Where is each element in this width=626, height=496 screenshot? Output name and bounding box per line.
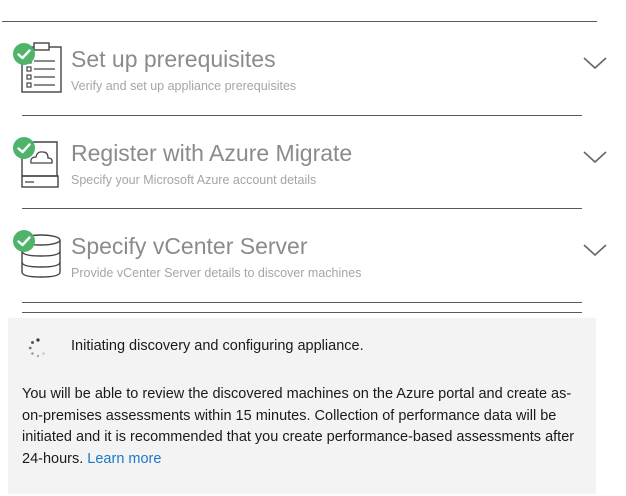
step-subtitle: Provide vCenter Server details to discov…: [71, 266, 362, 280]
divider: [2, 21, 597, 22]
divider: [22, 208, 582, 209]
step-title: Set up prerequisites: [71, 46, 276, 72]
step-register-azure-migrate[interactable]: Register with Azure Migrate Specify your…: [0, 130, 626, 210]
divider: [22, 302, 582, 303]
checkmark-icon: [13, 43, 35, 65]
step-title: Specify vCenter Server: [71, 233, 308, 259]
loading-spinner-icon: [27, 337, 49, 359]
discovery-info-text: You will be able to review the discovere…: [22, 384, 590, 470]
chevron-down-icon[interactable]: [582, 54, 608, 72]
learn-more-link[interactable]: Learn more: [87, 451, 161, 467]
checkmark-icon: [13, 137, 35, 159]
chevron-down-icon[interactable]: [582, 148, 608, 166]
divider: [22, 312, 582, 313]
step-prerequisites[interactable]: Set up prerequisites Verify and set up a…: [0, 36, 626, 116]
chevron-down-icon[interactable]: [582, 241, 608, 259]
divider: [22, 115, 582, 116]
discovery-status-text: Initiating discovery and configuring app…: [71, 338, 364, 354]
database-icon: [12, 227, 62, 283]
appliance-setup-page: Set up prerequisites Verify and set up a…: [0, 0, 626, 496]
checkmark-icon: [13, 230, 35, 252]
step-title: Register with Azure Migrate: [71, 140, 353, 166]
discovery-status-panel: Initiating discovery and configuring app…: [8, 318, 596, 494]
clipboard-checklist-icon: [12, 40, 62, 96]
step-subtitle: Verify and set up appliance prerequisite…: [71, 79, 297, 93]
step-specify-vcenter[interactable]: Specify vCenter Server Provide vCenter S…: [0, 223, 626, 303]
cloud-drive-icon: [12, 134, 62, 190]
step-subtitle: Specify your Microsoft Azure account det…: [71, 173, 317, 187]
